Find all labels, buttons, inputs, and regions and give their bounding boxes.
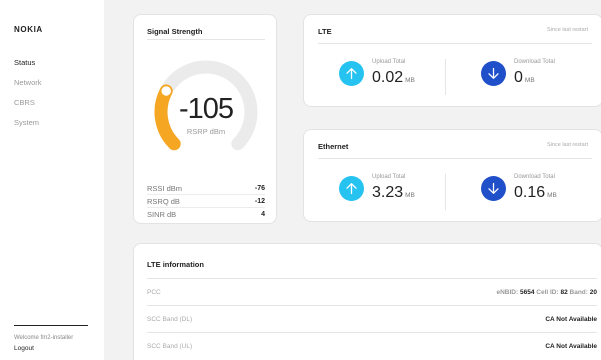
sidebar-nav: Status Network CBRS System <box>14 58 42 138</box>
metric-row-sinr: SINR dB 4 <box>147 208 265 221</box>
table-row-pcc: PCC eNBID: 5654 Cell ID: 82 Band: 20 <box>147 279 597 306</box>
enbid-key: eNBID: <box>496 288 519 296</box>
sinr-value: 4 <box>261 211 265 218</box>
ethernet-download-label: Download Total <box>514 174 555 180</box>
lte-upload-label: Upload Total <box>372 59 406 65</box>
lte-upload-value: 0.02 <box>372 69 404 86</box>
lte-title: LTE <box>318 27 332 36</box>
ethernet-title: Ethernet <box>318 142 349 151</box>
ethernet-upload-total: 3.23 MB <box>372 184 415 202</box>
metric-row-rssi: RSSI dBm -76 <box>147 182 265 195</box>
card-divider <box>318 43 592 44</box>
table-row-scc-ul: SCC Band (UL) CA Not Available <box>147 333 597 360</box>
ethernet-upload-value: 3.23 <box>372 184 404 201</box>
logout-link[interactable]: Logout <box>14 345 34 352</box>
cellid-value: 82 <box>560 288 568 296</box>
nokia-logo: NOKIA <box>14 25 43 34</box>
signal-metrics: RSSI dBm -76 RSRQ dB -12 SINR dB 4 <box>147 182 265 221</box>
sidebar: NOKIA Status Network CBRS System Welcome… <box>0 0 104 360</box>
ethernet-upload-unit: MB <box>405 192 415 199</box>
cellid-key: Cell ID: <box>536 288 559 296</box>
lte-download-value: 0 <box>514 69 523 86</box>
table-row-scc-dl: SCC Band (DL) CA Not Available <box>147 306 597 333</box>
rsrq-label: RSRQ dB <box>147 196 180 206</box>
card-divider <box>318 158 592 159</box>
ethernet-download-unit: MB <box>547 192 557 199</box>
lte-since-restart: Since last restart <box>547 27 588 33</box>
metric-row-rsrq: RSRQ dB -12 <box>147 195 265 208</box>
scc-ul-label: SCC Band (UL) <box>147 343 193 350</box>
band-value: 20 <box>589 288 597 296</box>
ethernet-upload-label: Upload Total <box>372 174 406 180</box>
lte-information-card: LTE information PCC eNBID: 5654 Cell ID:… <box>133 243 601 360</box>
lte-download-label: Download Total <box>514 59 555 65</box>
sidebar-divider <box>14 325 88 326</box>
stat-divider <box>445 174 446 210</box>
welcome-text: Welcome fm2-installer <box>14 335 74 341</box>
rsrp-value: -105 <box>178 93 234 125</box>
arrow-down-icon <box>481 61 506 86</box>
lte-upload-total: 0.02 MB <box>372 69 415 87</box>
rssi-value: -76 <box>254 184 265 192</box>
ethernet-since-restart: Since last restart <box>547 142 588 148</box>
pcc-label: PCC <box>147 288 161 296</box>
signal-strength-card: Signal Strength -105 RSRP dBm RSSI dBm -… <box>133 14 277 224</box>
sidebar-item-status[interactable]: Status <box>14 58 42 78</box>
lte-card: LTE Since last restart Upload Total 0.02… <box>303 14 601 107</box>
pcc-value: eNBID: 5654 Cell ID: 82 Band: 20 <box>497 289 598 296</box>
lte-download-unit: MB <box>524 77 535 84</box>
lte-information-title: LTE information <box>147 260 204 269</box>
rsrq-value: -12 <box>254 197 265 205</box>
ethernet-card: Ethernet Since last restart Upload Total… <box>303 129 601 222</box>
scc-ul-value: CA Not Available <box>545 343 597 350</box>
rssi-label: RSSI dBm <box>147 183 183 193</box>
arrow-down-icon <box>481 176 506 201</box>
sinr-label: SINR dB <box>147 210 177 219</box>
card-divider <box>147 39 265 40</box>
arrow-up-icon <box>339 176 364 201</box>
sidebar-item-system[interactable]: System <box>14 118 42 138</box>
enbid-value: 5654 <box>519 288 535 296</box>
scc-dl-value: CA Not Available <box>545 315 597 323</box>
sidebar-item-network[interactable]: Network <box>14 78 42 98</box>
lte-download-total: 0 MB <box>514 69 535 87</box>
rsrp-unit: RSRP dBm <box>186 127 226 136</box>
stat-divider <box>445 59 446 95</box>
band-key: Band: <box>569 288 588 296</box>
ethernet-download-value: 0.16 <box>514 184 546 201</box>
arrow-up-icon <box>339 61 364 86</box>
sidebar-item-cbrs[interactable]: CBRS <box>14 98 42 118</box>
scc-dl-label: SCC Band (DL) <box>147 315 193 323</box>
lte-information-table: PCC eNBID: 5654 Cell ID: 82 Band: 20 SCC… <box>147 278 597 360</box>
ethernet-download-total: 0.16 MB <box>514 184 557 202</box>
lte-upload-unit: MB <box>405 77 415 84</box>
signal-strength-title: Signal Strength <box>147 27 203 36</box>
